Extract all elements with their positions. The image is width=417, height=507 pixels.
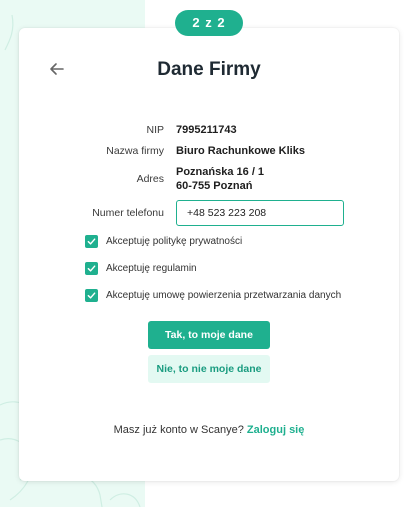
confirm-data-button[interactable]: Tak, to moje dane: [148, 321, 270, 349]
page-title: Dane Firmy: [157, 59, 261, 80]
data-processing-checkbox[interactable]: [85, 288, 98, 302]
nip-value: 7995211743: [176, 124, 237, 136]
terms-checkbox-row[interactable]: Akceptuję regulamin: [85, 261, 197, 275]
terms-label: Akceptuję regulamin: [106, 262, 197, 274]
terms-checkbox[interactable]: [85, 261, 98, 275]
checkmark-icon: [87, 237, 96, 245]
deny-data-button[interactable]: Nie, to nie moje dane: [148, 355, 270, 383]
login-link[interactable]: Zaloguj się: [247, 424, 304, 436]
company-data-card: [19, 28, 399, 481]
privacy-policy-checkbox-row[interactable]: Akceptuję politykę prywatności: [85, 234, 242, 248]
checkmark-icon: [87, 264, 96, 272]
privacy-policy-checkbox[interactable]: [85, 234, 98, 248]
checkmark-icon: [87, 291, 96, 299]
login-prompt: Masz już konto w Scanye? Zaloguj się: [19, 424, 399, 436]
phone-label: Numer telefonu: [92, 207, 164, 219]
company-name-value: Biuro Rachunkowe Kliks: [176, 145, 305, 157]
step-indicator-badge: 2 z 2: [175, 10, 243, 36]
data-processing-label: Akceptuję umowę powierzenia przetwarzani…: [106, 289, 342, 301]
data-processing-checkbox-row[interactable]: Akceptuję umowę powierzenia przetwarzani…: [85, 288, 341, 302]
address-line1: Poznańska 16 / 1: [176, 166, 265, 178]
privacy-policy-label: Akceptuję politykę prywatności: [106, 235, 243, 247]
nip-label: NIP: [146, 124, 164, 136]
address-line2: 60-755 Poznań: [176, 180, 253, 192]
login-prompt-text: Masz już konto w Scanye?: [113, 424, 244, 436]
address-label: Adres: [136, 173, 164, 185]
company-name-label: Nazwa firmy: [106, 145, 164, 157]
phone-input[interactable]: [176, 200, 344, 226]
